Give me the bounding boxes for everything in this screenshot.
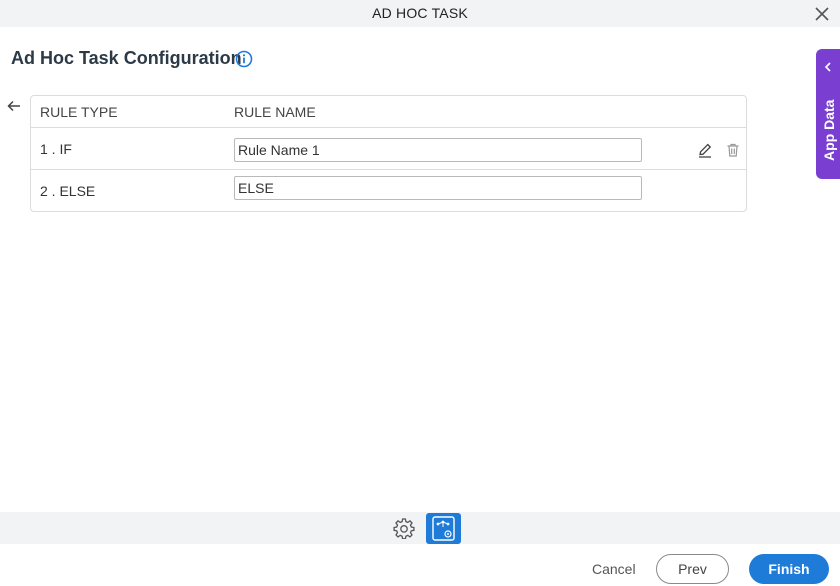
process-flow-button[interactable] [426,513,461,544]
gear-icon[interactable] [393,517,415,539]
app-data-panel-tab[interactable]: App Data [816,49,840,179]
prev-button[interactable]: Prev [656,554,729,584]
column-header-rule-type: RULE TYPE [40,104,118,120]
column-header-rule-name: RULE NAME [234,104,316,120]
rules-table: RULE TYPE RULE NAME 1 . IF 2 . ELSE [30,95,747,212]
page-title: Ad Hoc Task Configuration [11,48,242,68]
process-flow-icon [432,516,455,541]
window-title: AD HOC TASK [372,5,468,21]
table-row: 2 . ELSE [31,169,746,212]
rule-type-cell: 2 . ELSE [40,183,96,199]
close-icon [815,7,829,21]
window-titlebar: AD HOC TASK [0,0,840,27]
cancel-button[interactable]: Cancel [592,561,636,577]
app-data-label: App Data [821,99,837,161]
trash-icon[interactable] [725,142,741,158]
finish-button[interactable]: Finish [749,554,829,584]
close-button[interactable] [812,4,832,24]
rule-name-input[interactable] [234,138,642,162]
bottom-toolbar [0,512,840,544]
table-row: 1 . IF [31,127,746,170]
arrow-left-icon[interactable] [6,98,22,114]
pencil-icon[interactable] [697,142,713,158]
info-icon[interactable] [235,50,253,68]
chevron-left-icon [824,62,831,72]
rule-name-input[interactable] [234,176,642,200]
rule-type-cell: 1 . IF [40,141,72,157]
